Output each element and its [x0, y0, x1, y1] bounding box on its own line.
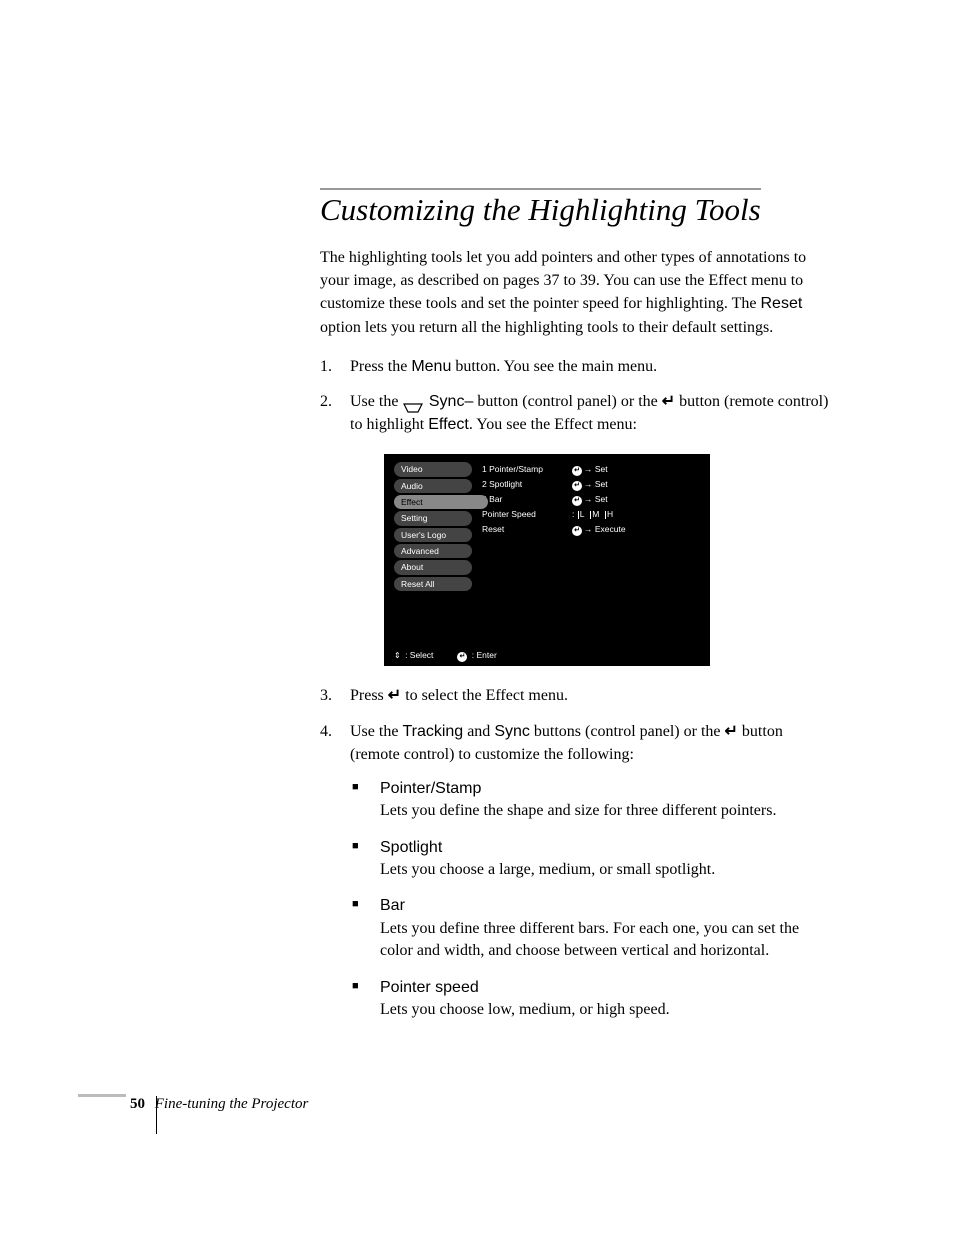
step4-c: buttons (control panel) or the: [530, 723, 725, 740]
sub-list: Pointer/Stamp Lets you define the shape …: [350, 778, 830, 1022]
menu-item-audio: Audio: [394, 479, 472, 493]
menu-item-advanced: Advanced: [394, 544, 472, 558]
menu-item-reset-all: Reset All: [394, 577, 472, 591]
page-number: 50: [130, 1096, 145, 1112]
enter-icon: ↵: [662, 390, 675, 413]
footer-select: ⇕ : Select: [394, 649, 433, 662]
sync-minus-label: Sync–: [424, 393, 473, 410]
step-3: Press ↵ to select the Effect menu.: [320, 684, 830, 707]
section-heading: Customizing the Highlighting Tools: [320, 188, 761, 228]
row-label: 1 Pointer/Stamp: [482, 463, 572, 476]
menu-row-spotlight: 2 Spotlight ↵→ Set: [482, 477, 700, 492]
page-content: Customizing the Highlighting Tools The h…: [320, 188, 830, 1039]
step1-a: Press the: [350, 358, 411, 375]
sync-label: Sync: [494, 723, 530, 740]
sub-pointer-stamp: Pointer/Stamp Lets you define the shape …: [350, 778, 830, 823]
step1-b: button. You see the main menu.: [451, 358, 657, 375]
menu-item-effect: Effect: [394, 495, 488, 509]
enter-icon: ↵: [725, 720, 738, 743]
step3-b: to select the Effect menu.: [401, 687, 568, 704]
menu-row-reset: Reset ↵→ Execute: [482, 522, 700, 537]
sub-body: Lets you choose low, medium, or high spe…: [380, 1001, 670, 1018]
step-1: Press the Menu button. You see the main …: [320, 355, 830, 378]
sub-head: Pointer speed: [380, 979, 479, 996]
footer-section: Fine-tuning the Projector: [155, 1096, 309, 1112]
sub-body: Lets you define three different bars. Fo…: [380, 920, 799, 959]
menu-footer: ⇕ : Select ↵ : Enter: [394, 649, 497, 662]
menu-row-pointer-stamp: 1 Pointer/Stamp ↵→ Set: [482, 462, 700, 477]
effect-menu-screenshot: Video Audio Effect Setting User's Logo A…: [384, 454, 710, 666]
menu-item-video: Video: [394, 462, 472, 476]
sub-head: Pointer/Stamp: [380, 780, 481, 797]
keystone-icon: [402, 395, 424, 409]
row-action: : L M H: [572, 508, 700, 520]
menu-item-users-logo: User's Logo: [394, 528, 472, 542]
enter-small-icon: ↵: [572, 466, 582, 476]
effect-label: Effect: [428, 416, 469, 433]
updown-icon: ⇕: [394, 650, 401, 662]
menu-item-about: About: [394, 560, 472, 574]
step2-a: Use the: [350, 393, 402, 410]
row-label: Reset: [482, 523, 572, 536]
menu-right-column: 1 Pointer/Stamp ↵→ Set 2 Spotlight ↵→ Se…: [472, 462, 700, 593]
tracking-label: Tracking: [402, 723, 463, 740]
menu-button-label: Menu: [411, 358, 451, 375]
menu-left-column: Video Audio Effect Setting User's Logo A…: [394, 462, 472, 593]
row-action: ↵→ Set: [572, 478, 700, 491]
enter-icon: ↵: [388, 684, 401, 707]
row-action: ↵→ Set: [572, 463, 700, 476]
step-2: Use the Sync– button (control panel) or …: [320, 390, 830, 666]
step4-a: Use the: [350, 723, 402, 740]
sub-pointer-speed: Pointer speed Lets you choose low, mediu…: [350, 977, 830, 1022]
intro-text-b: option lets you return all the highlight…: [320, 319, 773, 336]
row-label: Pointer Speed: [482, 508, 572, 520]
enter-small-icon: ↵: [457, 652, 467, 662]
menu-item-setting: Setting: [394, 511, 472, 525]
step4-b: and: [463, 723, 494, 740]
step3-a: Press: [350, 687, 388, 704]
steps-list: Press the Menu button. You see the main …: [320, 355, 830, 1022]
step2-d: . You see the Effect menu:: [469, 416, 637, 433]
sub-head: Bar: [380, 897, 405, 914]
footer-rule: [78, 1094, 126, 1097]
sub-body: Lets you choose a large, medium, or smal…: [380, 861, 715, 878]
menu-row-bar: 3 Bar ↵→ Set: [482, 492, 700, 507]
row-label: 2 Spotlight: [482, 478, 572, 491]
sub-body: Lets you define the shape and size for t…: [380, 802, 776, 819]
sub-bar: Bar Lets you define three different bars…: [350, 895, 830, 962]
sub-head: Spotlight: [380, 839, 442, 856]
row-label: 3 Bar: [482, 493, 572, 506]
intro-paragraph: The highlighting tools let you add point…: [320, 246, 830, 339]
reset-label: Reset: [761, 295, 803, 312]
enter-small-icon: ↵: [572, 496, 582, 506]
enter-small-icon: ↵: [572, 526, 582, 536]
step2-b: button (control panel) or the: [473, 393, 661, 410]
page-footer: 50 Fine-tuning the Projector: [130, 1096, 308, 1113]
enter-small-icon: ↵: [572, 481, 582, 491]
footer-enter: ↵ : Enter: [457, 649, 496, 662]
row-action: ↵→ Execute: [572, 523, 700, 536]
sub-spotlight: Spotlight Lets you choose a large, mediu…: [350, 837, 830, 882]
step-4: Use the Tracking and Sync buttons (contr…: [320, 720, 830, 1022]
intro-text-a: The highlighting tools let you add point…: [320, 249, 806, 312]
row-action: ↵→ Set: [572, 493, 700, 506]
menu-row-pointer-speed: Pointer Speed : L M H: [482, 507, 700, 521]
